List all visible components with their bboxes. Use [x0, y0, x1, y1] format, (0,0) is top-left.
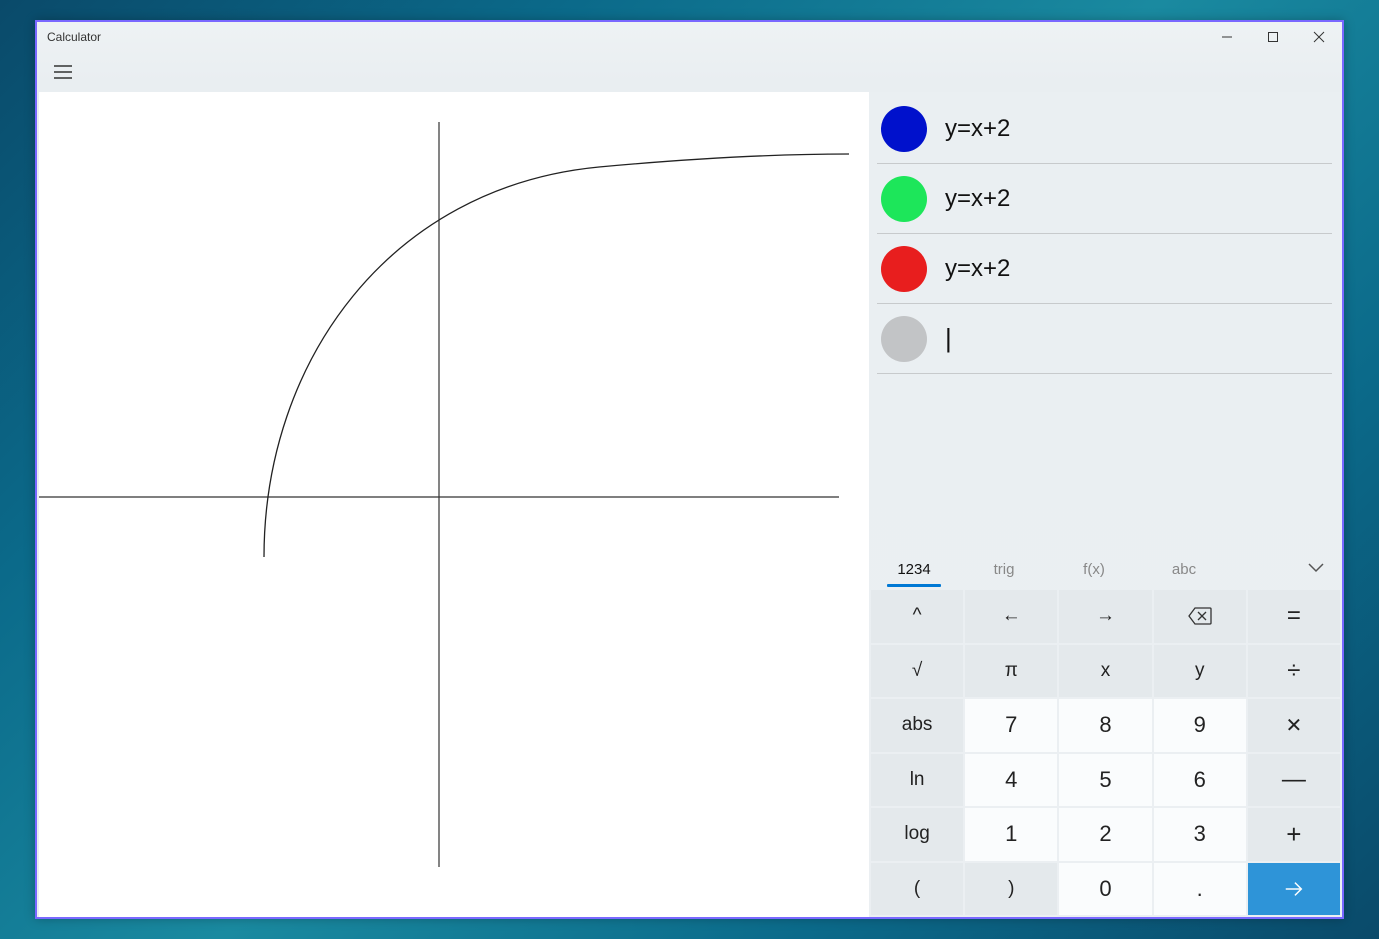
key-multiply[interactable]: ✕: [1248, 699, 1340, 752]
series-color-swatch[interactable]: [881, 106, 927, 152]
series-color-swatch[interactable]: [881, 246, 927, 292]
key-pi[interactable]: π: [965, 645, 1057, 698]
key-8[interactable]: 8: [1059, 699, 1151, 752]
equation-text: y=x+2: [945, 185, 1010, 213]
series-color-swatch[interactable]: [881, 176, 927, 222]
key-3[interactable]: 3: [1154, 808, 1246, 861]
close-icon: [1313, 31, 1325, 43]
equation-list: y=x+2 y=x+2 y=x+2 |: [869, 92, 1342, 547]
equation-row[interactable]: y=x+2: [877, 234, 1332, 304]
keypad-grid: ^ ← → = √ π x y: [869, 590, 1342, 917]
keypad-panel: 1234 trig f(x) abc ^ ← →: [869, 547, 1342, 917]
key-plus[interactable]: +: [1248, 808, 1340, 861]
key-log[interactable]: log: [871, 808, 963, 861]
key-lparen[interactable]: (: [871, 863, 963, 916]
minimize-button[interactable]: [1204, 22, 1250, 52]
graph-canvas[interactable]: [39, 92, 869, 917]
app-toolbar: [37, 52, 1342, 92]
tab-trig[interactable]: trig: [959, 553, 1049, 586]
window-title: Calculator: [47, 30, 101, 44]
key-2[interactable]: 2: [1059, 808, 1151, 861]
key-minus[interactable]: —: [1248, 754, 1340, 807]
key-caret[interactable]: ^: [871, 590, 963, 643]
collapse-keypad-button[interactable]: [1308, 560, 1324, 578]
window-controls: [1204, 22, 1342, 52]
title-bar: Calculator: [37, 22, 1342, 52]
key-x[interactable]: x: [1059, 645, 1151, 698]
key-1[interactable]: 1: [965, 808, 1057, 861]
graph-plot: [39, 92, 869, 917]
equation-input-row[interactable]: |: [877, 304, 1332, 374]
main-area: y=x+2 y=x+2 y=x+2 |: [37, 92, 1342, 917]
key-6[interactable]: 6: [1154, 754, 1246, 807]
maximize-button[interactable]: [1250, 22, 1296, 52]
arrow-right-icon: [1283, 878, 1305, 900]
key-7[interactable]: 7: [965, 699, 1057, 752]
key-submit[interactable]: [1248, 863, 1340, 916]
equation-row[interactable]: y=x+2: [877, 164, 1332, 234]
key-sqrt[interactable]: √: [871, 645, 963, 698]
maximize-icon: [1267, 31, 1279, 43]
key-5[interactable]: 5: [1059, 754, 1151, 807]
tab-1234[interactable]: 1234: [869, 553, 959, 586]
key-9[interactable]: 9: [1154, 699, 1246, 752]
menu-button[interactable]: [45, 54, 81, 90]
key-4[interactable]: 4: [965, 754, 1057, 807]
tab-fx[interactable]: f(x): [1049, 553, 1139, 586]
tab-abc[interactable]: abc: [1139, 553, 1229, 586]
key-equals[interactable]: =: [1248, 590, 1340, 643]
key-0[interactable]: 0: [1059, 863, 1151, 916]
equation-row[interactable]: y=x+2: [877, 94, 1332, 164]
hamburger-icon: [54, 65, 72, 79]
key-y[interactable]: y: [1154, 645, 1246, 698]
minimize-icon: [1221, 31, 1233, 43]
key-backspace[interactable]: [1154, 590, 1246, 643]
calculator-window: Calculator: [35, 20, 1344, 919]
close-button[interactable]: [1296, 22, 1342, 52]
key-ln[interactable]: ln: [871, 754, 963, 807]
series-color-swatch[interactable]: [881, 316, 927, 362]
side-panel: y=x+2 y=x+2 y=x+2 |: [869, 92, 1342, 917]
chevron-down-icon: [1308, 563, 1324, 573]
key-left[interactable]: ←: [965, 590, 1057, 643]
equation-input-cursor: |: [945, 323, 952, 354]
backspace-icon: [1188, 607, 1212, 625]
equation-text: y=x+2: [945, 115, 1010, 143]
key-rparen[interactable]: ): [965, 863, 1057, 916]
equation-text: y=x+2: [945, 255, 1010, 283]
key-right[interactable]: →: [1059, 590, 1151, 643]
key-dot[interactable]: .: [1154, 863, 1246, 916]
keypad-tabs: 1234 trig f(x) abc: [869, 548, 1342, 590]
key-divide[interactable]: ÷: [1248, 645, 1340, 698]
key-abs[interactable]: abs: [871, 699, 963, 752]
